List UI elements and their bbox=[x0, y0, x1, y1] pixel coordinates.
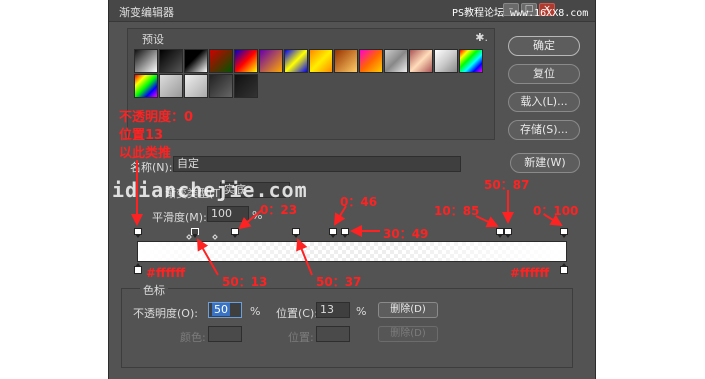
annotation-arrows bbox=[131, 160, 563, 276]
